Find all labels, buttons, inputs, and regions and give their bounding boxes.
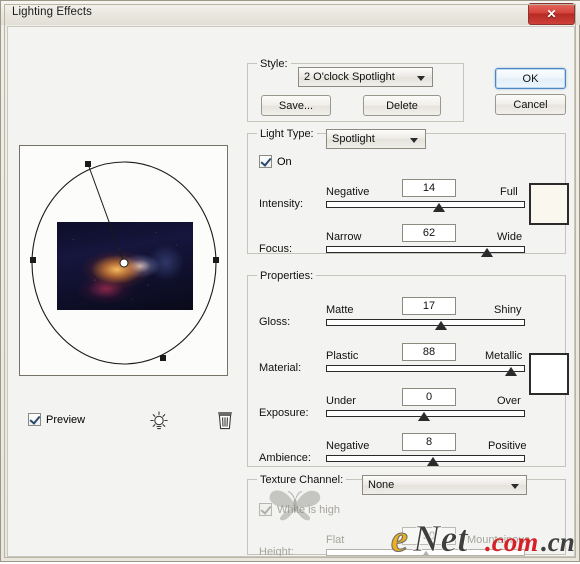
focus-min-label: Narrow	[326, 231, 361, 243]
material-slider-thumb[interactable]	[505, 367, 517, 376]
white-is-high-checkbox-row[interactable]: White is high	[259, 503, 340, 516]
height-slider-thumb[interactable]	[420, 551, 432, 557]
preview-canvas[interactable]	[19, 145, 228, 376]
style-label: Style:	[257, 58, 291, 70]
height-max-label: Mountainous	[467, 534, 530, 546]
light-type-dropdown[interactable]: Spotlight	[326, 129, 426, 149]
ambience-slider[interactable]	[326, 453, 525, 467]
intensity-max-label: Full	[500, 186, 518, 198]
exposure-label: Exposure:	[259, 407, 309, 419]
exposure-slider[interactable]	[326, 408, 525, 422]
chevron-down-icon	[511, 484, 519, 489]
material-min-label: Plastic	[326, 350, 358, 362]
intensity-label: Intensity:	[259, 198, 303, 210]
texture-channel-label: Texture Channel:	[257, 474, 346, 486]
save-button[interactable]: Save...	[261, 95, 331, 116]
intensity-slider[interactable]	[326, 199, 525, 213]
intensity-min-label: Negative	[326, 186, 369, 198]
material-max-label: Metallic	[485, 350, 522, 362]
height-value-field[interactable]: 50	[402, 527, 456, 545]
ok-button[interactable]: OK	[495, 68, 566, 89]
light-type-label: Light Type:	[257, 128, 317, 140]
height-min-label: Flat	[326, 534, 344, 546]
delete-button-label: Delete	[386, 100, 418, 112]
gloss-slider-thumb[interactable]	[435, 321, 447, 330]
white-is-high-checkbox[interactable]	[259, 503, 272, 516]
style-dropdown[interactable]: 2 O'clock Spotlight	[298, 67, 433, 87]
intensity-value-field[interactable]: 14	[402, 179, 456, 197]
save-button-label: Save...	[279, 100, 313, 112]
chevron-down-icon	[410, 138, 418, 143]
title-bar: Lighting Effects ✕	[1, 1, 580, 25]
exposure-max-label: Over	[497, 395, 521, 407]
ambience-value-field[interactable]: 8	[402, 433, 456, 451]
ok-button-label: OK	[523, 73, 539, 85]
cancel-button-label: Cancel	[513, 99, 547, 111]
light-bulb-icon[interactable]	[150, 411, 168, 434]
chevron-down-icon	[417, 76, 425, 81]
preview-checkbox-label: Preview	[46, 414, 85, 426]
focus-value-field[interactable]: 62	[402, 224, 456, 242]
white-is-high-label: White is high	[277, 504, 340, 516]
texture-channel-dropdown-value: None	[368, 479, 394, 491]
height-label: Height:	[259, 546, 294, 557]
style-dropdown-value: 2 O'clock Spotlight	[304, 71, 395, 83]
ambience-slider-thumb[interactable]	[427, 457, 439, 466]
delete-button[interactable]: Delete	[363, 95, 441, 116]
cancel-button[interactable]: Cancel	[495, 94, 566, 115]
material-color-swatch[interactable]	[529, 353, 569, 395]
light-ellipse-overlay[interactable]	[20, 146, 228, 376]
gloss-slider[interactable]	[326, 317, 525, 331]
height-slider[interactable]	[326, 547, 525, 557]
focus-slider[interactable]	[326, 244, 525, 258]
window-title: Lighting Effects	[12, 6, 92, 18]
ambience-slider-track	[326, 455, 525, 462]
preview-checkbox[interactable]	[28, 413, 41, 426]
preview-controls: Preview	[19, 411, 228, 431]
gloss-value-field[interactable]: 17	[402, 297, 456, 315]
material-slider-track	[326, 365, 525, 372]
light-on-label: On	[277, 156, 292, 168]
intensity-slider-track	[326, 201, 525, 208]
material-label: Material:	[259, 362, 301, 374]
close-button[interactable]: ✕	[528, 3, 575, 25]
exposure-slider-thumb[interactable]	[418, 412, 430, 421]
gloss-max-label: Shiny	[494, 304, 522, 316]
properties-label: Properties:	[257, 270, 316, 282]
light-color-swatch[interactable]	[529, 183, 569, 225]
focus-slider-track	[326, 246, 525, 253]
ambience-label: Ambience:	[259, 452, 311, 464]
trash-icon[interactable]	[217, 411, 233, 433]
close-icon: ✕	[529, 4, 574, 24]
material-value-field[interactable]: 88	[402, 343, 456, 361]
texture-channel-dropdown[interactable]: None	[362, 475, 527, 495]
light-type-dropdown-value: Spotlight	[332, 133, 375, 145]
exposure-value-field[interactable]: 0	[402, 388, 456, 406]
material-slider[interactable]	[326, 363, 525, 377]
preview-checkbox-row[interactable]: Preview	[28, 413, 85, 426]
ambience-min-label: Negative	[326, 440, 369, 452]
light-on-checkbox[interactable]	[259, 155, 272, 168]
focus-label: Focus:	[259, 243, 292, 255]
gloss-min-label: Matte	[326, 304, 354, 316]
intensity-slider-thumb[interactable]	[433, 203, 445, 212]
light-on-checkbox-row[interactable]: On	[259, 155, 292, 168]
ambience-max-label: Positive	[488, 440, 527, 452]
gloss-slider-track	[326, 319, 525, 326]
focus-slider-thumb[interactable]	[481, 248, 493, 257]
exposure-min-label: Under	[326, 395, 356, 407]
lighting-effects-dialog: Lighting Effects ✕ Preview	[0, 0, 580, 562]
dialog-client-area: Preview	[7, 26, 575, 557]
focus-max-label: Wide	[497, 231, 522, 243]
gloss-label: Gloss:	[259, 316, 290, 328]
